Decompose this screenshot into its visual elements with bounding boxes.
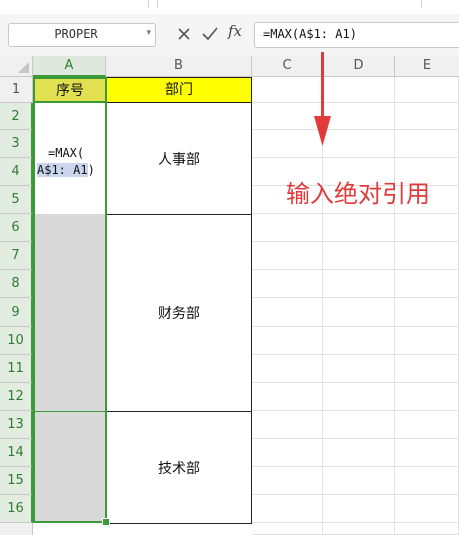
cell-a1[interactable]: 序号 <box>33 77 107 103</box>
check-icon[interactable] <box>200 24 220 44</box>
grid-cell[interactable] <box>395 523 459 535</box>
grid-cell[interactable] <box>252 523 323 535</box>
merged-cell-b2-b5[interactable]: 人事部 <box>106 102 252 215</box>
grid-cell[interactable] <box>252 411 323 439</box>
grid-cell[interactable] <box>323 467 395 495</box>
grid-cell[interactable] <box>252 298 323 327</box>
grid-cell[interactable] <box>395 327 459 355</box>
row-header-4[interactable]: 4 <box>0 158 33 186</box>
grid-cell[interactable] <box>323 242 395 270</box>
chevron-down-icon[interactable]: ▾ <box>146 28 151 38</box>
grid-cell[interactable] <box>252 270 323 298</box>
grid-cell[interactable] <box>252 495 323 523</box>
grid-cell[interactable] <box>395 214 459 242</box>
name-box-value: PROPER <box>54 27 98 41</box>
grid-cell[interactable] <box>252 383 323 411</box>
grid-cell[interactable] <box>395 495 459 523</box>
column-header-e[interactable]: E <box>395 56 459 77</box>
merged-cell-b6-b12[interactable]: 财务部 <box>106 214 252 412</box>
row-header-10[interactable]: 10 <box>0 327 33 355</box>
row-header-12[interactable]: 12 <box>0 383 33 411</box>
grid-cell[interactable] <box>252 242 323 270</box>
grid-cell[interactable] <box>323 495 395 523</box>
grid-cell[interactable] <box>395 298 459 327</box>
grid-cell[interactable] <box>323 523 395 535</box>
editor-formula-ref: A$1: A1 <box>37 163 88 177</box>
grid-cell[interactable] <box>323 411 395 439</box>
close-icon[interactable] <box>174 24 194 44</box>
dept-label: 技术部 <box>158 460 200 477</box>
row-header-7[interactable]: 7 <box>0 242 33 270</box>
grid-cell[interactable] <box>395 77 459 103</box>
row-header-9[interactable]: 9 <box>0 298 33 327</box>
grid-cell[interactable] <box>323 298 395 327</box>
grid-cell[interactable] <box>323 383 395 411</box>
editor-formula-start: =MAX( <box>48 146 85 160</box>
fx-icon[interactable]: fx <box>228 22 242 40</box>
row-header-11[interactable]: 11 <box>0 355 33 383</box>
row-header-13[interactable]: 13 <box>0 411 33 439</box>
name-box[interactable]: PROPER ▾ <box>8 23 156 47</box>
row-header-14[interactable]: 14 <box>0 439 33 467</box>
grid-cell[interactable] <box>252 439 323 467</box>
grid-cell[interactable] <box>323 439 395 467</box>
grid-cell[interactable] <box>395 467 459 495</box>
row-header-17[interactable] <box>0 523 33 535</box>
formula-text: =MAX(A$1: A1) <box>263 27 357 41</box>
row-header-5[interactable]: 5 <box>0 186 33 214</box>
grid-cell[interactable] <box>395 270 459 298</box>
merged-cell-b13-b16[interactable]: 技术部 <box>106 411 252 524</box>
dept-label: 财务部 <box>158 306 200 322</box>
arrow-down-icon <box>314 52 331 146</box>
annotation-text: 输入绝对引用 <box>286 180 430 208</box>
grid-cell[interactable] <box>323 327 395 355</box>
editor-formula-close: ) <box>87 163 95 177</box>
grid-cell[interactable] <box>395 383 459 411</box>
editor-formula-ref-line: A$1: A1) <box>37 163 95 177</box>
row-header-8[interactable]: 8 <box>0 270 33 298</box>
grid-cell[interactable] <box>252 355 323 383</box>
column-header-a[interactable]: A <box>33 56 106 77</box>
grid-cell[interactable] <box>252 327 323 355</box>
column-header-b[interactable]: B <box>106 56 252 77</box>
grid-cell[interactable] <box>395 130 459 158</box>
formula-input[interactable]: =MAX(A$1: A1) <box>254 22 459 48</box>
row-header-3[interactable]: 3 <box>0 130 33 158</box>
row-header-1[interactable]: 1 <box>0 77 33 103</box>
cell-editor[interactable]: =MAX( A$1: A1) <box>35 104 104 214</box>
merged-cell-a13-a16[interactable] <box>33 411 106 523</box>
grid-cell[interactable] <box>395 439 459 467</box>
grid-cell[interactable] <box>323 355 395 383</box>
select-all-corner[interactable] <box>0 56 33 77</box>
grid-cell[interactable] <box>252 214 323 242</box>
grid-cell[interactable] <box>395 242 459 270</box>
grid-cell[interactable] <box>395 411 459 439</box>
merged-cell-a6-a12[interactable] <box>33 214 106 412</box>
grid-cell[interactable] <box>323 214 395 242</box>
row-header-16[interactable]: 16 <box>0 495 33 523</box>
row-header-15[interactable]: 15 <box>0 467 33 495</box>
fill-handle[interactable] <box>102 518 110 526</box>
cell-b1[interactable]: 部门 <box>106 77 252 103</box>
grid-cell[interactable] <box>252 467 323 495</box>
grid-cell[interactable] <box>395 355 459 383</box>
row-header-6[interactable]: 6 <box>0 214 33 242</box>
dept-label: 人事部 <box>158 151 200 168</box>
grid-cell[interactable] <box>395 103 459 130</box>
grid-cell[interactable] <box>323 270 395 298</box>
top-strip <box>0 0 459 14</box>
row-header-2[interactable]: 2 <box>0 103 33 130</box>
